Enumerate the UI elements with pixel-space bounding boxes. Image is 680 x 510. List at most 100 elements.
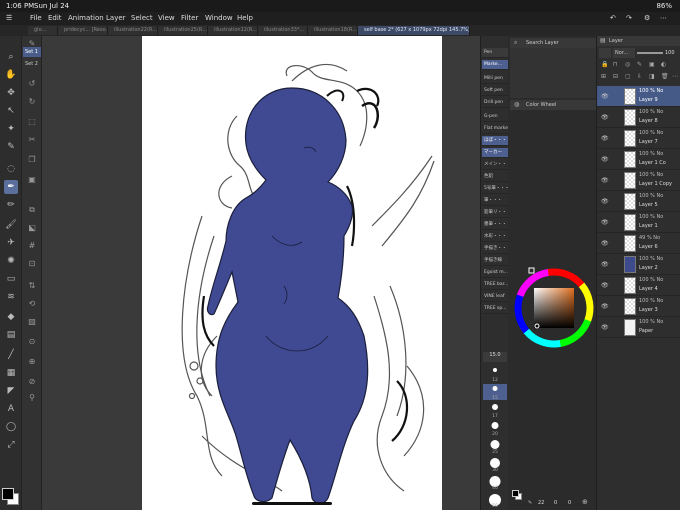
brush-item[interactable]: Egoist m... — [482, 268, 508, 278]
brush-item[interactable]: Marke... — [482, 60, 508, 70]
menu-view[interactable]: View — [158, 14, 175, 22]
eraser-icon[interactable]: ▭ — [4, 272, 18, 286]
brush-item[interactable]: 墨筆・・・ — [482, 220, 508, 230]
color-picker-icon[interactable]: ⊕ — [582, 498, 588, 506]
pencil-icon[interactable]: ✏ — [4, 198, 18, 212]
redo-icon[interactable]: ↷ — [626, 14, 632, 22]
layer-row[interactable]: 👁 100 % No Layer 3 — [597, 296, 680, 317]
ruler-icon[interactable]: ◤ — [4, 384, 18, 398]
brush-item[interactable]: Soft pen — [482, 86, 508, 96]
visibility-eye-icon[interactable]: 👁 — [601, 282, 609, 289]
layer-row[interactable]: 👁 100 % No Layer 2 — [597, 254, 680, 275]
layer-row[interactable]: 👁 100 % No Layer 8 — [597, 107, 680, 128]
menu-layer[interactable]: Layer — [106, 14, 126, 22]
merge-down-icon[interactable]: ⇩ — [637, 73, 642, 80]
visibility-eye-icon[interactable]: 👁 — [601, 219, 609, 226]
lock-icon[interactable]: 🔒 — [601, 61, 608, 68]
layer-row[interactable]: 👁 100 % No Layer 7 — [597, 128, 680, 149]
frame-icon[interactable]: ▦ — [4, 366, 18, 380]
tab-doc-3[interactable]: illustration22(R... — [108, 26, 158, 35]
visibility-eye-icon[interactable]: 👁 — [601, 156, 609, 163]
mask-icon[interactable]: ▣ — [649, 61, 655, 68]
main-color-swatch[interactable] — [2, 488, 14, 500]
blend-icon[interactable]: ≋ — [4, 290, 18, 304]
auto-select-icon[interactable]: ✦ — [4, 122, 18, 136]
mini-color-swatch[interactable] — [512, 490, 522, 500]
brush-item[interactable]: 5号筆・・・ — [482, 184, 508, 194]
reference-icon[interactable]: ◎ — [625, 61, 630, 68]
layer-row[interactable]: 👁 100 % No Layer 5 — [597, 191, 680, 212]
brush-icon[interactable]: 🖌 — [4, 218, 18, 232]
layer-menu-icon[interactable]: ⋯ — [672, 73, 678, 80]
menu-select[interactable]: Select — [131, 14, 153, 22]
brush-size-value[interactable]: 15.0 — [483, 352, 507, 362]
draft-icon[interactable]: ✎ — [637, 61, 642, 68]
operation-icon[interactable]: ↖ — [4, 104, 18, 118]
visibility-eye-icon[interactable]: 👁 — [601, 93, 609, 100]
visibility-eye-icon[interactable]: 👁 — [601, 261, 609, 268]
cut-icon[interactable]: ✂ — [26, 134, 38, 146]
brush-settings-icon[interactable]: ⊙ — [26, 336, 38, 348]
brush-item[interactable]: VINE leaf — [482, 292, 508, 302]
visibility-eye-icon[interactable]: 👁 — [601, 114, 609, 121]
brush-item[interactable]: G-pen — [482, 112, 508, 122]
grid-icon[interactable]: # — [26, 240, 38, 252]
clear-icon[interactable]: ⊡ — [26, 258, 38, 270]
visibility-eye-icon[interactable]: 👁 — [601, 177, 609, 184]
layer-mask-icon[interactable]: ◨ — [649, 73, 655, 80]
menu-filter[interactable]: Filter — [181, 14, 198, 22]
brush-item[interactable]: TREE sp... — [482, 304, 508, 314]
layer-ops-icon[interactable]: ⊕ — [26, 356, 38, 368]
more-icon[interactable]: ⋯ — [660, 14, 667, 22]
visibility-eye-icon[interactable]: 👁 — [601, 240, 609, 247]
visibility-eye-icon[interactable]: 👁 — [601, 324, 609, 331]
set-1[interactable]: Set 1 — [23, 47, 41, 57]
decoration-icon[interactable]: ✺ — [4, 254, 18, 268]
brush-size-item[interactable]: 25 — [483, 438, 507, 455]
transform-icon[interactable]: ⧉ — [26, 204, 38, 216]
brush-item[interactable]: 手描き線 — [482, 256, 508, 266]
visibility-eye-icon[interactable]: 👁 — [601, 135, 609, 142]
hand-icon[interactable]: ✋ — [4, 68, 18, 82]
new-folder-icon[interactable]: ▢ — [625, 73, 631, 80]
visibility-eye-icon[interactable]: 👁 — [601, 303, 609, 310]
layer-row[interactable]: 👁 100 % No Layer 1 Co — [597, 149, 680, 170]
tab-doc-4[interactable]: illustration25(R... — [158, 26, 208, 35]
undo-side-icon[interactable]: ↺ — [26, 78, 38, 90]
brush-item[interactable]: マーカー — [482, 148, 508, 158]
rotate-icon[interactable]: ⟲ — [26, 298, 38, 310]
tool-property-icon[interactable]: ⚲ — [26, 392, 38, 404]
settings-icon[interactable]: ⚙ — [644, 14, 650, 22]
brush-item[interactable]: Milli pen — [482, 74, 508, 84]
tab-doc-6[interactable]: illustration33*... — [258, 26, 308, 35]
text-icon[interactable]: A — [4, 402, 18, 416]
new-vector-layer-icon[interactable]: ⊟ — [613, 73, 618, 80]
zoom-icon[interactable]: ⌕ — [4, 50, 18, 64]
redo-side-icon[interactable]: ↻ — [26, 96, 38, 108]
clip-icon[interactable]: ⊓ — [613, 61, 618, 68]
menu-help[interactable]: Help — [237, 14, 253, 22]
main-sub-color[interactable] — [2, 488, 19, 505]
layer-row[interactable]: 👁 100 % No Layer 1 Copy — [597, 170, 680, 191]
hue-ring[interactable] — [512, 266, 596, 350]
move-icon[interactable]: ✥ — [4, 86, 18, 100]
search-layer-title[interactable]: Search Layer — [510, 38, 596, 48]
airbrush-icon[interactable]: ✈ — [4, 236, 18, 250]
figure-icon[interactable]: ╱ — [4, 348, 18, 362]
brush-item[interactable]: TREE bar... — [482, 280, 508, 290]
copy-icon[interactable]: ❐ — [26, 154, 38, 166]
layer-panel-title[interactable]: Layer — [609, 38, 623, 44]
flip-icon[interactable]: ⇅ — [26, 280, 38, 292]
layer-row[interactable]: 👁 100 % No Paper — [597, 317, 680, 338]
brush-item[interactable]: ほぼ・・・ — [482, 136, 508, 146]
blend-mode-select[interactable]: Nor... — [613, 48, 635, 58]
fill-selection-icon[interactable]: ▨ — [26, 316, 38, 328]
brush-size-item[interactable]: 17 — [483, 402, 507, 419]
fill-icon[interactable]: ◆ — [4, 310, 18, 324]
brush-item[interactable]: Drill pen — [482, 98, 508, 108]
gradient-icon[interactable]: ▤ — [4, 328, 18, 342]
tab-doc-active[interactable]: self base 2* (627 x 1079px 72dpi 145.7%) — [358, 26, 470, 35]
menu-window[interactable]: Window — [205, 14, 233, 22]
correct-line-icon[interactable]: ⤢ — [4, 438, 18, 452]
layer-row[interactable]: 👁 100 % No Layer 1 — [597, 212, 680, 233]
